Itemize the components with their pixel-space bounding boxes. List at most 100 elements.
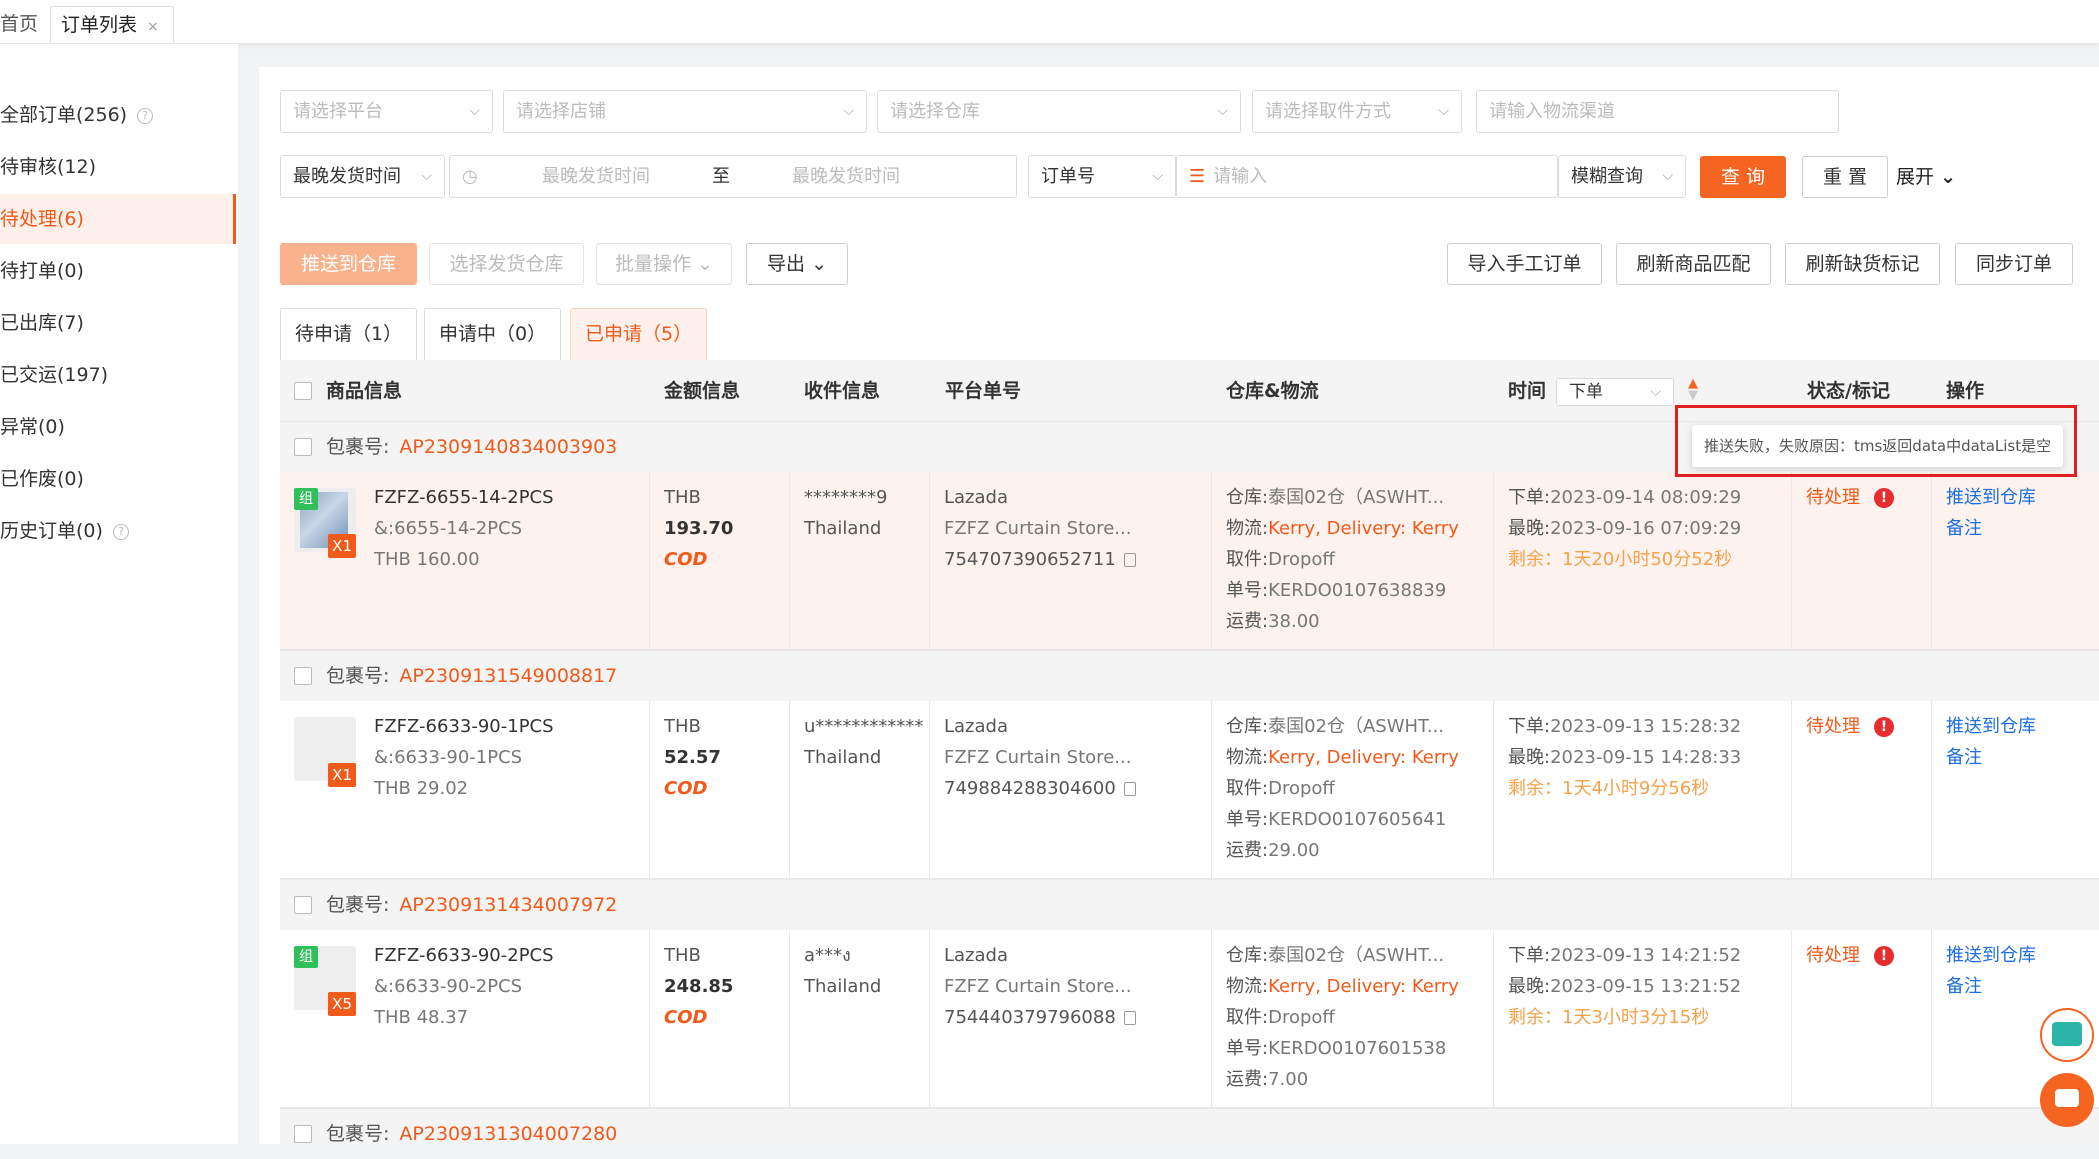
push-to-warehouse-button[interactable]: 推送到仓库 <box>280 243 417 285</box>
col-logistics: 仓库&物流 <box>1226 380 1319 402</box>
amount: 193.70 <box>664 518 734 539</box>
store-name: FZFZ Curtain Store... <box>944 518 1132 539</box>
platform-cell: Lazada FZFZ Curtain Store... 75470739065… <box>930 472 1212 649</box>
search-button[interactable]: 查 询 <box>1700 156 1786 198</box>
sidebar-item-outbound[interactable]: 已出库(7) <box>0 298 236 348</box>
date-end[interactable]: 最晚发货时间 <box>792 156 900 197</box>
warehouse: 泰国02仓（ASWHT... <box>1268 487 1445 508</box>
sidebar-item-pending[interactable]: 待处理(6) <box>0 194 236 244</box>
package-label: 包裹号: <box>326 665 390 687</box>
chevron-down-icon: ⌄ <box>1940 166 1956 188</box>
amount-cell: THB 52.57 COD <box>650 701 790 878</box>
help-icon[interactable]: ? <box>137 107 154 124</box>
remark-link[interactable]: 备注 <box>1946 742 2099 773</box>
close-icon[interactable]: × <box>147 19 159 35</box>
product-thumbnail[interactable]: 组 X1 <box>294 488 356 558</box>
cod-badge: COD <box>664 549 708 570</box>
message-button[interactable] <box>2040 1073 2094 1127</box>
refresh-match-button[interactable]: 刷新商品匹配 <box>1616 243 1771 285</box>
receiver-name: a***ง <box>804 945 851 966</box>
push-link[interactable]: 推送到仓库 <box>1946 711 2099 742</box>
package-checkbox[interactable] <box>294 438 312 456</box>
copy-icon[interactable] <box>1123 782 1136 796</box>
export-button[interactable]: 导出 ⌄ <box>746 243 848 285</box>
sidebar-item-all[interactable]: 全部订单(256)? <box>0 90 236 140</box>
reset-button[interactable]: 重 置 <box>1802 156 1888 198</box>
select-all-checkbox[interactable] <box>294 382 312 400</box>
match-select[interactable]: 模糊查询 ⌵ <box>1558 155 1686 198</box>
order-field-select[interactable]: 订单号 ⌵ <box>1028 155 1176 198</box>
subtab-to-apply[interactable]: 待申请（1） <box>280 308 418 360</box>
remark-link[interactable]: 备注 <box>1946 971 2099 1002</box>
product-thumbnail[interactable]: X1 <box>294 717 356 787</box>
remaining-time: 剩余：1天3小时3分15秒 <box>1508 1007 1710 1028</box>
sort-icon[interactable]: ▲ ▼ <box>1688 377 1698 402</box>
quantity-badge: X5 <box>328 992 356 1016</box>
product-thumbnail[interactable]: 组 X5 <box>294 946 356 1016</box>
sidebar-item-history[interactable]: 历史订单(0)? <box>0 506 236 556</box>
package-checkbox[interactable] <box>294 1125 312 1143</box>
push-link[interactable]: 推送到仓库 <box>1946 940 2099 971</box>
receiver-name: u************ <box>804 716 924 737</box>
date-start[interactable]: 最晚发货时间 <box>542 156 650 197</box>
deadline-time: 2023-09-15 13:21:52 <box>1550 976 1742 997</box>
package-checkbox[interactable] <box>294 667 312 685</box>
deadline-time: 2023-09-16 07:09:29 <box>1550 518 1742 539</box>
choose-warehouse-button[interactable]: 选择发货仓库 <box>429 243 584 285</box>
platform-select[interactable]: 请选择平台 ⌵ <box>280 90 493 133</box>
warehouse-select[interactable]: 请选择仓库 ⌵ <box>877 90 1241 133</box>
sidebar-item-to-print[interactable]: 待打单(0) <box>0 246 236 296</box>
tab-home[interactable]: 首页 <box>0 6 50 42</box>
package-number[interactable]: AP2309131304007280 <box>399 1123 617 1145</box>
sidebar-item-shipped[interactable]: 已交运(197) <box>0 350 236 400</box>
push-link[interactable]: 推送到仓库 <box>1946 482 2099 513</box>
package-number[interactable]: AP2309131434007972 <box>399 894 617 916</box>
keyword-input[interactable]: ☰ 请输入 <box>1176 155 1558 198</box>
amount: 52.57 <box>664 747 721 768</box>
date-range-picker[interactable]: ◷ 最晚发货时间 至 最晚发货时间 <box>449 155 1017 198</box>
alert-icon[interactable]: ! <box>1874 717 1894 737</box>
chevron-down-icon: ⌵ <box>1152 168 1163 184</box>
package-number[interactable]: AP2309140834003903 <box>399 436 617 458</box>
platform-name: Lazada <box>944 487 1008 508</box>
col-receiver: 收件信息 <box>804 380 881 402</box>
tab-order-list[interactable]: 订单列表 × <box>50 6 174 42</box>
copy-icon[interactable] <box>1123 553 1136 567</box>
warehouse: 泰国02仓（ASWHT... <box>1268 945 1445 966</box>
chevron-down-icon: ⌵ <box>469 103 480 119</box>
batch-ops-button[interactable]: 批量操作 ⌄ <box>596 243 732 285</box>
time-type-select[interactable]: 最晚发货时间 ⌵ <box>280 155 445 198</box>
expand-toggle[interactable]: 展开 ⌄ <box>1896 156 1956 198</box>
table-row: 组 X1 FZFZ-6655-14-2PCS &:6655-14-2PCS THB… <box>280 472 2099 650</box>
remark-link[interactable]: 备注 <box>1946 513 2099 544</box>
package-checkbox[interactable] <box>294 896 312 914</box>
alert-icon[interactable]: ! <box>1874 488 1894 508</box>
alert-icon[interactable]: ! <box>1874 946 1894 966</box>
package-number[interactable]: AP2309131549008817 <box>399 665 617 687</box>
sidebar-item-label: 全部订单(256) <box>0 104 128 126</box>
sidebar-item-voided[interactable]: 已作废(0) <box>0 454 236 504</box>
time-cell: 下单:2023-09-14 08:09:29 最晚:2023-09-16 07:… <box>1494 472 1792 649</box>
assistant-button[interactable] <box>2040 1008 2094 1062</box>
shipping-fee: 38.00 <box>1268 611 1320 632</box>
channel-input[interactable]: 请输入物流渠道 <box>1476 90 1839 133</box>
refresh-stock-button[interactable]: 刷新缺货标记 <box>1785 243 1940 285</box>
sidebar-item-exception[interactable]: 异常(0) <box>0 402 236 452</box>
pickup-select[interactable]: 请选择取件方式 ⌵ <box>1252 90 1462 133</box>
help-icon[interactable]: ? <box>112 523 129 540</box>
subtab-applied[interactable]: 已申请（5） <box>570 308 708 360</box>
status-cell: 待处理! <box>1792 701 1932 878</box>
import-manual-button[interactable]: 导入手工订单 <box>1447 243 1602 285</box>
logistics: Kerry, Delivery: Kerry <box>1268 976 1459 997</box>
shop-select[interactable]: 请选择店铺 ⌵ <box>503 90 867 133</box>
package-label: 包裹号: <box>326 436 390 458</box>
subtab-applying[interactable]: 申请中（0） <box>424 308 562 360</box>
logistics: Kerry, Delivery: Kerry <box>1268 747 1459 768</box>
status-badge: 待处理 <box>1806 945 1860 966</box>
sidebar-item-review[interactable]: 待审核(12) <box>0 142 236 192</box>
sync-orders-button[interactable]: 同步订单 <box>1955 243 2073 285</box>
copy-icon[interactable] <box>1123 1011 1136 1025</box>
remaining-time: 剩余：1天4小时9分56秒 <box>1508 778 1710 799</box>
receiver-cell: a***ง Thailand <box>790 930 930 1107</box>
time-sort-select[interactable]: 下单 ⌵ <box>1556 378 1674 406</box>
